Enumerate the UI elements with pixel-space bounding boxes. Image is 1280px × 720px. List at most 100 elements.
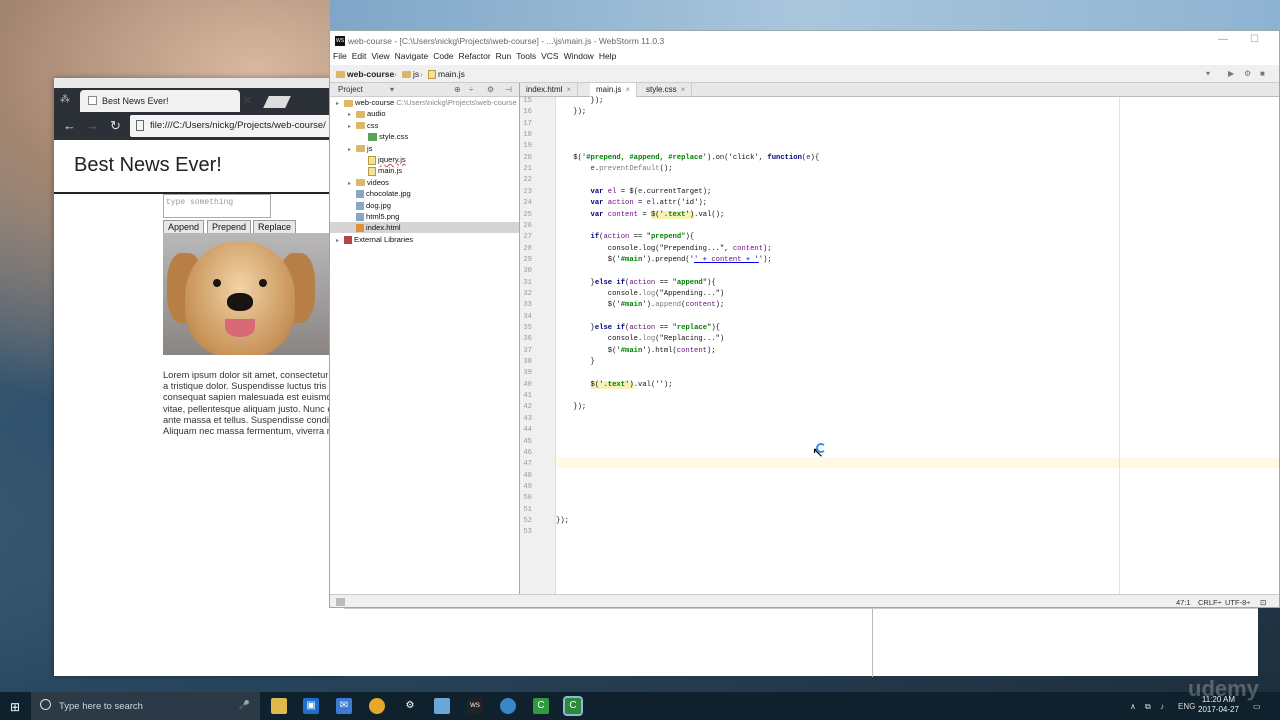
code-line[interactable]: $('#main').prepend('' + content + ''); [556,256,772,264]
code-line[interactable]: }); [556,108,586,116]
tree-item[interactable]: style.css [360,131,408,142]
code-line[interactable]: var action = el.attr('id'); [556,199,708,207]
reload-icon[interactable]: ↻ [110,118,121,134]
close-tab-icon[interactable]: ✕ [243,94,252,107]
notifications-icon[interactable]: ▭ [1253,702,1261,711]
settings-icon[interactable]: ⚙ [402,698,418,714]
prepend-button[interactable]: Prepend [207,220,252,234]
code-line[interactable]: $('.text').val(''); [556,380,673,389]
forward-icon[interactable]: → [86,118,99,133]
camtasia-recorder-icon[interactable]: C [563,696,583,716]
tree-item[interactable]: dog.jpg [348,200,391,211]
mail-icon[interactable]: ✉ [336,698,352,714]
code-line[interactable]: e.preventDefault(); [556,165,673,173]
expand-arrow-icon[interactable]: ▸ [348,145,356,156]
tree-item[interactable]: ▸ js [348,143,372,154]
apps-icon[interactable]: ⁂ [60,94,70,105]
menu-run[interactable]: Run [496,51,512,61]
tree-item[interactable]: ▸ audio [348,108,386,119]
breadcrumb-project[interactable]: web-course [336,69,394,79]
code-line[interactable]: } [556,358,595,366]
tree-item[interactable]: index.html [330,222,520,234]
expand-arrow-icon[interactable]: ▸ [336,99,344,110]
tree-item[interactable]: html5.png [348,211,399,222]
code-line[interactable]: }); [556,97,604,105]
expand-arrow-icon[interactable]: ▸ [348,122,356,133]
code-line[interactable]: console.log("Appending...") [556,290,724,298]
project-panel-label[interactable]: Project [338,85,363,94]
editor-tab[interactable]: main.js × [590,83,638,97]
new-tab-button[interactable] [263,96,291,108]
code-line[interactable]: $('#main').html(content); [556,347,716,355]
menu-tools[interactable]: Tools [516,51,536,61]
toolwindow-toggle-icon[interactable] [336,598,345,606]
expand-arrow-icon[interactable]: ▸ [336,236,344,247]
run-icon[interactable]: ▶ [1228,69,1240,79]
file-explorer-icon[interactable] [271,698,287,714]
tree-item[interactable]: ▸ videos [348,177,389,188]
sync-icon[interactable]: ⊕ [454,85,461,94]
menu-vcs[interactable]: VCS [541,51,558,61]
tree-item[interactable]: chocolate.jpg [348,188,411,199]
close-tab-icon[interactable]: × [681,85,686,94]
settings-gear-icon[interactable]: ⚙ [487,85,494,94]
debug-icon[interactable]: ⚙ [1244,69,1256,79]
maximize-icon[interactable]: ☐ [1250,34,1259,45]
menu-window[interactable]: Window [564,51,594,61]
editor-tab[interactable]: style.css × [640,83,693,97]
run-config-dropdown-icon[interactable]: ▾ [1206,69,1218,79]
code-line[interactable]: }); [556,517,569,525]
code-line[interactable]: var el = $(e.currentTarget); [556,188,712,196]
chevron-down-icon[interactable]: ▾ [390,85,394,94]
menu-code[interactable]: Code [433,51,453,61]
line-separator[interactable]: CRLF÷ [1198,598,1222,607]
code-line[interactable]: console.log("Prepending...", content); [556,245,772,253]
chrome-canary-icon[interactable] [500,698,516,714]
text-input[interactable]: type something [163,194,271,218]
close-tab-icon[interactable]: × [625,85,630,94]
camtasia-icon[interactable]: C [533,698,549,714]
menu-file[interactable]: File [333,51,347,61]
language-indicator[interactable]: ENG [1178,702,1195,711]
breadcrumb-file[interactable]: main.js [428,69,465,80]
app-icon[interactable] [434,698,450,714]
code-line[interactable]: console.log("Replacing...") [556,335,724,343]
webstorm-icon[interactable]: WS [467,698,483,714]
address-bar[interactable]: file:///C:/Users/nickg/Projects/web-cour… [130,115,344,137]
code-line[interactable]: }else if(action == "append"){ [556,279,716,287]
chrome-icon[interactable] [369,698,385,714]
menu-edit[interactable]: Edit [352,51,367,61]
hide-panel-icon[interactable]: ⊣ [505,85,512,94]
code-line[interactable]: }else if(action == "replace"){ [556,324,720,332]
store-icon[interactable]: ▣ [303,698,319,714]
code-line[interactable]: $('#prepend, #append, #replace').on('cli… [556,154,819,162]
chrome-tab[interactable]: Best News Ever! ✕ [80,90,252,112]
menu-refactor[interactable]: Refactor [459,51,491,61]
tree-item[interactable]: ▸ web-course C:\Users\nickg\Projects\web-… [336,97,517,108]
stop-icon[interactable]: ■ [1260,69,1272,79]
lock-icon[interactable]: ⊡ [1260,598,1266,607]
tree-item[interactable]: jquery.js [360,154,406,165]
code-line[interactable]: var content = $('.text').val(); [556,210,724,219]
breadcrumb-folder[interactable]: js [402,69,419,79]
back-icon[interactable]: ← [63,118,76,133]
tray-chevron-icon[interactable]: ∧ [1130,702,1136,711]
minimize-icon[interactable]: — [1218,34,1228,45]
tree-item[interactable]: main.js [360,165,402,176]
network-icon[interactable]: ⧉ [1145,702,1151,712]
tree-item[interactable]: ▸ External Libraries [336,234,413,245]
windows-start-icon[interactable]: ⊞ [10,700,20,714]
editor-tab[interactable]: index.html × [520,83,579,97]
collapse-icon[interactable]: ÷ [469,85,473,94]
code-line[interactable]: if(action == "prepend"){ [556,233,695,241]
menu-view[interactable]: View [371,51,389,61]
close-tab-icon[interactable]: × [566,85,571,94]
code-line[interactable]: $('#main').append(content); [556,301,725,309]
replace-button[interactable]: Replace [253,220,297,234]
code-line[interactable]: }); [556,403,586,411]
microphone-icon[interactable]: 🎤 [239,700,250,711]
tree-item[interactable]: ▸ css [348,120,378,131]
taskbar-search[interactable]: Type here to search 🎤 [31,692,260,720]
menu-help[interactable]: Help [599,51,616,61]
file-encoding[interactable]: UTF-8÷ [1225,598,1250,607]
